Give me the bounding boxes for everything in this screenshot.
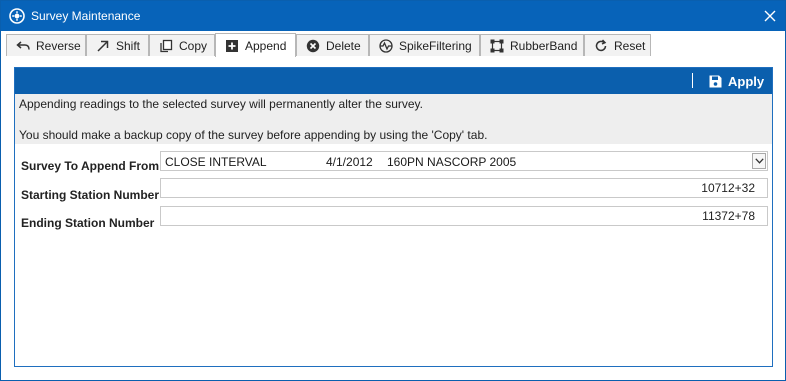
refresh-icon bbox=[594, 38, 608, 53]
tab-append[interactable]: Append bbox=[215, 33, 296, 57]
survey-select-date: 4/1/2012 bbox=[326, 155, 373, 169]
window-title: Survey Maintenance bbox=[31, 9, 141, 23]
tab-spikefiltering[interactable]: SpikeFiltering bbox=[369, 34, 480, 56]
tab-rubberband-label: RubberBand bbox=[510, 38, 578, 53]
tab-strip: Reverse Shift Copy Append Delete SpikeFi… bbox=[1, 32, 785, 57]
apply-button[interactable]: Apply bbox=[709, 72, 764, 90]
delete-circle-icon bbox=[306, 39, 320, 53]
starting-station-label: Starting Station Number bbox=[21, 188, 160, 202]
survey-select-dropdown-button[interactable] bbox=[752, 153, 766, 169]
tab-reset-label: Reset bbox=[614, 38, 646, 53]
tab-reverse[interactable]: Reverse bbox=[6, 34, 86, 56]
starting-station-input[interactable] bbox=[160, 178, 768, 198]
tab-reverse-label: Reverse bbox=[36, 38, 81, 53]
close-icon bbox=[764, 10, 776, 22]
survey-select-type: CLOSE INTERVAL bbox=[165, 155, 267, 169]
close-button[interactable] bbox=[755, 1, 785, 31]
copy-icon bbox=[159, 39, 173, 53]
tab-append-label: Append bbox=[245, 38, 287, 53]
diagonal-arrow-icon bbox=[96, 39, 110, 53]
undo-arrow-icon bbox=[16, 39, 30, 53]
warning-notice: Appending readings to the selected surve… bbox=[15, 94, 772, 144]
save-icon bbox=[709, 75, 722, 87]
survey-maintenance-window: Survey Maintenance Reverse Shift Copy Ap… bbox=[0, 0, 786, 381]
command-bar: Apply bbox=[15, 68, 772, 94]
rubberband-icon bbox=[490, 39, 504, 53]
ending-station-input[interactable] bbox=[160, 206, 768, 226]
tab-delete-label: Delete bbox=[326, 38, 361, 53]
toolbar-separator bbox=[692, 73, 693, 88]
tab-rubberband[interactable]: RubberBand bbox=[480, 34, 584, 56]
notice-line-1: Appending readings to the selected surve… bbox=[19, 97, 423, 111]
app-logo-icon bbox=[9, 8, 25, 24]
notice-line-2: You should make a backup copy of the sur… bbox=[19, 128, 488, 142]
tab-copy[interactable]: Copy bbox=[149, 34, 215, 56]
tab-reset[interactable]: Reset bbox=[584, 34, 651, 56]
tab-shift[interactable]: Shift bbox=[86, 34, 149, 56]
plus-box-icon bbox=[225, 39, 239, 53]
tab-spikefiltering-label: SpikeFiltering bbox=[399, 38, 472, 53]
chevron-down-icon bbox=[755, 158, 764, 164]
append-panel: Apply Appending readings to the selected… bbox=[14, 67, 773, 367]
spike-filter-icon bbox=[379, 38, 393, 53]
apply-label: Apply bbox=[728, 73, 765, 89]
survey-select[interactable]: CLOSE INTERVAL 4/1/2012 160PN NASCORP 20… bbox=[160, 151, 768, 171]
survey-select-name: 160PN NASCORP 2005 bbox=[387, 155, 517, 169]
title-bar: Survey Maintenance bbox=[1, 1, 785, 31]
tab-shift-label: Shift bbox=[116, 38, 141, 53]
tab-copy-label: Copy bbox=[179, 38, 208, 53]
survey-to-append-label: Survey To Append From bbox=[21, 159, 160, 173]
tab-delete[interactable]: Delete bbox=[296, 34, 369, 56]
ending-station-label: Ending Station Number bbox=[21, 216, 155, 230]
